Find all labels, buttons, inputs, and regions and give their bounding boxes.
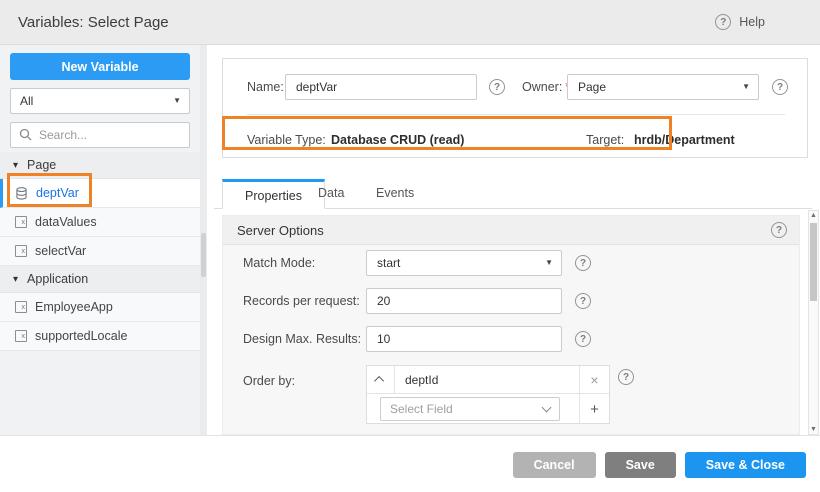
variables-tree: ▾ Page deptVar x dataValues x selectVar … [0,152,200,351]
help-label: Help [739,15,765,29]
tree-item-label: EmployeeApp [35,300,113,314]
name-owner-row: Name:* ? Owner:* Page ▼ ? [223,74,807,100]
tree-item-employeeapp[interactable]: x EmployeeApp [0,293,200,322]
tree-item-label: dataValues [35,215,97,229]
variable-search [10,122,190,148]
tree-item-deptvar[interactable]: deptVar [0,179,200,208]
scroll-up-icon[interactable]: ▲ [809,212,818,219]
add-order-field-button[interactable]: + [579,394,609,424]
tree-item-label: deptVar [36,186,79,200]
variable-filter-select[interactable]: All ▼ [10,88,190,114]
new-variable-button[interactable]: New Variable [10,53,190,80]
server-options-panel: Server Options ? Match Mode: start ▼ ? R… [222,215,800,435]
select-field-dropdown[interactable]: Select Field [380,397,560,421]
variables-dialog: Variables: Select Page ? Help New Variab… [0,0,820,492]
tree-group-application[interactable]: ▾ Application [0,266,200,293]
records-help-icon[interactable]: ? [575,293,591,309]
order-by-select-row: Select Field [367,394,579,424]
detail-tabbar: Properties Data Events [214,178,812,209]
design-max-help-icon[interactable]: ? [575,331,591,347]
records-per-request-label: Records per request: [243,294,360,308]
name-help-icon[interactable]: ? [489,79,505,95]
tab-events[interactable]: Events [354,179,436,209]
tree-expanded-icon: ▾ [13,160,18,171]
caret-down-icon: ▼ [173,89,181,113]
tree-item-label: supportedLocale [35,329,127,343]
tree-item-selectvar[interactable]: x selectVar [0,237,200,266]
cancel-button[interactable]: Cancel [513,452,596,478]
panel-scrollbar[interactable]: ▲ ▼ [808,210,819,435]
scroll-down-icon[interactable]: ▼ [809,426,818,433]
sidebar-scrollbar-thumb[interactable] [201,233,206,277]
records-per-request-input[interactable] [366,288,562,314]
dialog-footer: Cancel Save Save & Close [0,435,820,492]
owner-label: Owner:* [522,80,570,94]
server-options-help-icon[interactable]: ? [771,222,787,238]
caret-down-icon: ▼ [545,251,553,275]
tree-group-label: Application [27,272,88,286]
variable-type-value: Database CRUD (read) [331,133,464,147]
variables-sidebar: New Variable All ▼ ▾ Page deptVar x data… [0,45,207,435]
type-target-row: Variable Type: Database CRUD (read) Targ… [223,127,807,153]
variable-detail-panel: Name:* ? Owner:* Page ▼ ? Variable Type:… [208,45,820,435]
match-mode-help-icon[interactable]: ? [575,255,591,271]
model-variable-icon: x [15,245,27,257]
order-by-widget: × Select Field + [366,365,610,424]
sort-direction-button[interactable] [367,366,395,394]
caret-down-icon: ▼ [742,75,750,99]
search-icon [19,128,32,141]
order-by-field-input[interactable] [395,366,579,394]
tree-item-datavalues[interactable]: x dataValues [0,208,200,237]
match-mode-select[interactable]: start ▼ [366,250,562,276]
tree-group-page[interactable]: ▾ Page [0,152,200,179]
tree-item-supportedlocale[interactable]: x supportedLocale [0,322,200,351]
remove-order-field-button[interactable]: × [579,366,609,394]
tree-item-label: selectVar [35,244,86,258]
match-mode-label: Match Mode: [243,256,315,270]
owner-value: Page [578,80,606,94]
match-mode-value: start [377,256,400,270]
name-input[interactable] [285,74,477,100]
owner-select[interactable]: Page ▼ [567,74,759,100]
model-variable-icon: x [15,330,27,342]
design-max-results-label: Design Max. Results: [243,332,361,346]
sidebar-scrollbar[interactable] [200,45,207,435]
variable-summary-box: Name:* ? Owner:* Page ▼ ? Variable Type:… [222,58,808,158]
save-and-close-button[interactable]: Save & Close [685,452,806,478]
page-title: Variables: Select Page [18,0,169,45]
save-button[interactable]: Save [605,452,676,478]
server-options-title: Server Options [237,223,324,238]
design-max-results-input[interactable] [366,326,562,352]
variable-filter-value: All [20,94,33,108]
model-variable-icon: x [15,216,27,228]
order-by-label: Order by: [243,374,295,388]
server-options-header: Server Options ? [223,216,799,245]
database-variable-icon [15,187,28,200]
help-icon: ? [715,14,731,30]
variable-type-label: Variable Type: [247,133,326,147]
dialog-header: Variables: Select Page ? Help [0,0,820,45]
tree-group-label: Page [27,158,56,172]
model-variable-icon: x [15,301,27,313]
owner-help-icon[interactable]: ? [772,79,788,95]
tree-expanded-icon: ▾ [13,274,18,285]
panel-scrollbar-thumb[interactable] [810,223,817,301]
target-label: Target: [586,133,624,147]
form-divider [247,114,785,115]
target-value: hrdb/Department [634,133,735,147]
select-field-placeholder: Select Field [390,402,453,416]
order-by-help-icon[interactable]: ? [618,369,634,385]
search-input[interactable] [39,123,187,147]
chevron-down-icon [542,403,552,413]
help-button[interactable]: ? Help [715,14,765,30]
chevron-up-icon [374,376,384,386]
